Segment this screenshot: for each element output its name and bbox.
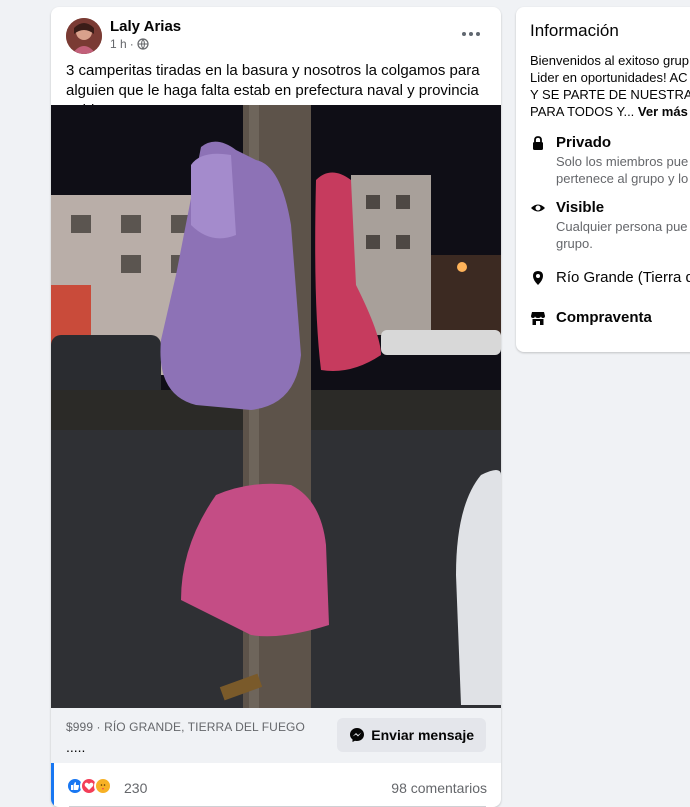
send-message-label: Enviar mensaje xyxy=(371,727,474,743)
globe-icon xyxy=(137,38,149,50)
description-line: PARA TODOS Y... Ver más xyxy=(530,103,690,120)
post-time[interactable]: 1 h xyxy=(110,37,127,51)
more-dot-icon xyxy=(469,32,473,36)
visibility-desc-line: grupo. xyxy=(556,236,593,251)
marketplace-post: Laly Arias 1 h · 3 camperitas tiradas en… xyxy=(51,7,501,807)
more-dot-icon xyxy=(462,32,466,36)
see-more-link[interactable]: Ver más xyxy=(638,104,688,119)
category-row[interactable]: Compraventa xyxy=(530,308,652,328)
group-description: Bienvenidos al exitoso grup Lider en opo… xyxy=(530,52,690,120)
avatar[interactable] xyxy=(66,18,102,54)
reaction-count[interactable]: 230 xyxy=(124,780,147,796)
post-author[interactable]: Laly Arias xyxy=(110,18,181,35)
description-line: Bienvenidos al exitoso grup xyxy=(530,53,689,68)
listing-price: $999 xyxy=(66,720,94,734)
info-title: Información xyxy=(530,21,619,40)
shop-icon xyxy=(531,312,545,325)
listing-info: $999 · RÍO GRANDE, TIERRA DEL FUEGO ....… xyxy=(51,708,501,763)
visibility-label: Visible xyxy=(556,199,605,216)
visibility-desc-line: Cualquier persona pue xyxy=(556,219,688,234)
location-row[interactable]: Río Grande (Tierra d xyxy=(530,268,690,288)
group-info-panel: Información Bienvenidos al exitoso grup … xyxy=(516,7,690,352)
comments-count-link[interactable]: 98 comentarios xyxy=(391,780,487,796)
send-message-button[interactable]: Enviar mensaje xyxy=(337,718,486,752)
listing-separator: · xyxy=(93,720,105,734)
category-label: Compraventa xyxy=(556,309,652,326)
description-last-line: PARA TODOS Y... xyxy=(530,104,635,119)
description-line: Lider en oportunidades! AC xyxy=(530,70,688,85)
heart-glyph xyxy=(84,782,94,790)
messenger-icon xyxy=(350,728,365,742)
reaction-icons[interactable] xyxy=(66,777,112,795)
privacy-label: Privado xyxy=(556,134,612,151)
post-photo[interactable] xyxy=(51,105,501,708)
avatar-image xyxy=(66,18,102,54)
listing-location: RÍO GRANDE, TIERRA DEL FUEGO xyxy=(104,720,305,734)
listing-price-location: $999 · RÍO GRANDE, TIERRA DEL FUEGO xyxy=(66,720,305,734)
privacy-desc-line: pertenece al grupo y lo xyxy=(556,171,689,186)
description-line: Y SE PARTE DE NUESTRA CO xyxy=(530,87,690,102)
listing-title: ..... xyxy=(66,739,86,755)
privacy-desc-line: Solo los miembros pue xyxy=(556,154,689,169)
care-glyph xyxy=(100,784,106,790)
eye-icon xyxy=(531,204,545,212)
privacy-row: Privado Solo los miembros pue pertenece … xyxy=(530,133,688,187)
more-dot-icon xyxy=(476,32,480,36)
care-icon xyxy=(94,777,112,795)
location-label: Río Grande (Tierra d xyxy=(556,269,690,286)
street-pole-jackets-image xyxy=(51,105,501,708)
location-pin-icon xyxy=(533,271,543,285)
more-options-button[interactable] xyxy=(456,23,486,45)
lock-icon xyxy=(533,136,543,150)
reactions-bar: 230 98 comentarios xyxy=(51,763,501,807)
thumbs-up-glyph xyxy=(71,782,80,790)
post-meta: 1 h · xyxy=(110,37,149,51)
visibility-row: Visible Cualquier persona pue grupo. xyxy=(530,198,688,252)
